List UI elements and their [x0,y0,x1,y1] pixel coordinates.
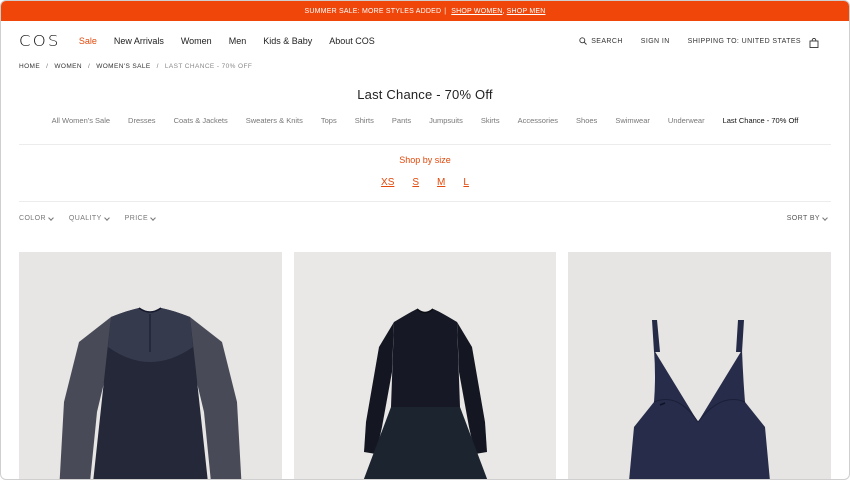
product-grid [19,252,832,479]
nav-utilities: Search Sign in Shipping to: United State… [579,21,801,61]
page-title: Last Chance - 70% Off [357,87,493,102]
category-tab-accessories[interactable]: Accessories [518,116,558,125]
nav-item-about-cos[interactable]: About COS [329,36,375,46]
category-tab-underwear[interactable]: Underwear [668,116,705,125]
size-link-s[interactable]: S [412,177,419,188]
category-tab-jumpsuits[interactable]: Jumpsuits [429,116,463,125]
cos-logo[interactable]: COS [19,32,61,50]
category-tab-all-womens-sale[interactable]: All Women's Sale [52,116,110,125]
category-tab-dresses[interactable]: Dresses [128,116,156,125]
category-tab-skirts[interactable]: Skirts [481,116,500,125]
quality-filter-label: Quality [68,215,102,222]
category-tab-shoes[interactable]: Shoes [576,116,597,125]
category-tab-shirts[interactable]: Shirts [355,116,374,125]
shipping-label: Shipping to: United States [687,37,801,45]
size-links: XS S M L [1,177,849,188]
chevron-down-icon [150,214,156,221]
chevron-down-icon [822,214,828,221]
promo-text: Summer sale: more styles added [304,7,442,15]
breadcrumb-separator: / [46,62,49,70]
filter-bar: Color Quality Price Sort by [1,202,849,235]
sort-by-label: Sort by [786,215,820,222]
nav-item-men[interactable]: Men [229,36,247,46]
size-link-m[interactable]: M [437,177,445,188]
breadcrumb: Home / Women / Women's Sale / Last Chanc… [1,61,849,71]
size-link-l[interactable]: L [463,177,469,188]
chevron-down-icon [103,214,110,221]
breadcrumb-separator: / [156,62,159,70]
product-card[interactable] [293,252,557,479]
search-icon [579,37,588,45]
sort-by-dropdown[interactable]: Sort by [786,214,828,222]
product-card[interactable] [568,252,832,479]
shipping-selector[interactable]: Shipping to: United States [688,38,801,45]
divider [19,144,831,145]
color-filter-dropdown[interactable]: Color [19,214,54,222]
shop-by-size-label: Shop by size [399,155,451,165]
promo-banner: Summer sale: more styles added | Shop wo… [1,1,849,21]
signin-link[interactable]: Sign in [641,38,670,45]
v-neck-slip-dress-image [629,320,771,479]
breadcrumb-separator: / [87,62,91,70]
search-label: Search [591,37,623,45]
shopping-bag-icon[interactable] [809,35,819,53]
sheer-long-sleeve-dress-image [59,307,242,479]
category-tab-swimwear[interactable]: Swimwear [615,116,650,125]
promo-shop-men-link[interactable]: Shop men [507,8,546,15]
nav-item-kids-baby[interactable]: Kids & Baby [263,36,312,46]
price-filter-dropdown[interactable]: Price [124,214,156,222]
category-tabs: All Women's Sale Dresses Coats & Jackets… [1,116,849,125]
category-tab-last-chance[interactable]: Last Chance - 70% Off [723,116,799,125]
knit-flared-dress-image [363,308,487,479]
breadcrumb-womens-sale[interactable]: Women's Sale [96,63,150,70]
category-tab-sweaters-knits[interactable]: Sweaters & Knits [246,116,303,125]
chevron-down-icon [48,214,54,221]
category-tab-tops[interactable]: Tops [321,116,337,125]
breadcrumb-home[interactable]: Home [19,63,40,70]
category-tab-coats-jackets[interactable]: Coats & Jackets [174,116,228,125]
color-filter-label: Color [19,215,46,222]
nav-item-sale[interactable]: Sale [79,36,97,46]
promo-separator: | [444,7,447,15]
signin-label: Sign in [640,37,670,45]
size-link-xs[interactable]: XS [381,177,394,188]
search-button[interactable]: Search [579,37,623,45]
category-tab-pants[interactable]: Pants [392,116,411,125]
nav-item-new-arrivals[interactable]: New Arrivals [114,36,164,46]
promo-shop-women-link[interactable]: Shop women [451,8,502,15]
main-nav: COS Sale New Arrivals Women Men Kids & B… [1,21,849,61]
nav-item-women[interactable]: Women [181,36,212,46]
browser-frame: Summer sale: more styles added | Shop wo… [0,0,850,480]
breadcrumb-current: Last Chance - 70% Off [164,62,253,70]
price-filter-label: Price [124,215,149,222]
product-card[interactable] [19,252,282,479]
breadcrumb-women[interactable]: Women [54,63,82,70]
quality-filter-dropdown[interactable]: Quality [68,214,110,222]
